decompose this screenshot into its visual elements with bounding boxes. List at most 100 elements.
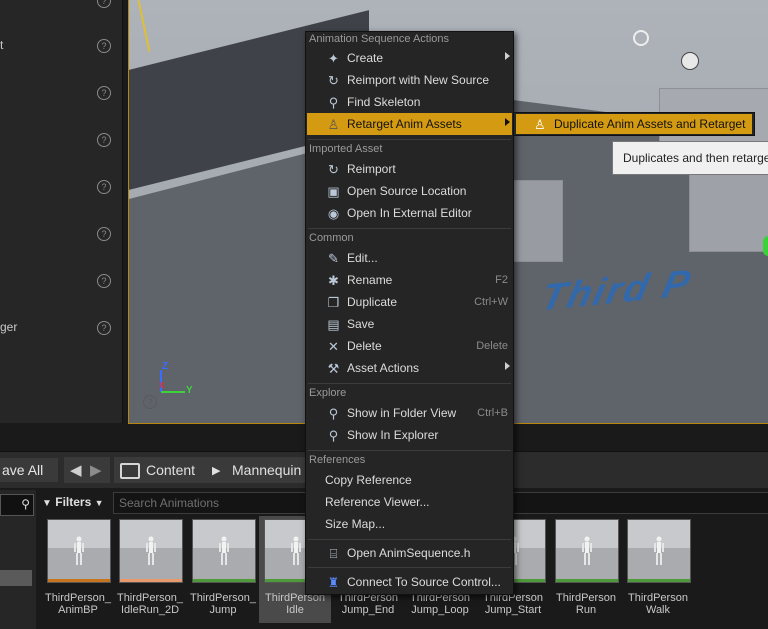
menu-item-show-in-explorer[interactable]: ⚲ Show In Explorer [307,424,512,446]
asset-label-line: ThirdPerson [556,592,616,604]
forward-arrow-icon[interactable]: ▶ [90,461,102,479]
shortcut-label: Ctrl+W [474,296,508,308]
selected-folder-row[interactable] [0,570,32,586]
section-header: Animation Sequence Actions [309,33,450,45]
mannequin-figure-icon [217,536,231,566]
asset-label: ThirdPerson Run [550,592,622,616]
menu-item-duplicate-and-retarget[interactable]: ♙ Duplicate Anim Assets and Retarget [516,114,752,134]
save-all-button[interactable]: ave All [0,458,58,482]
menu-item-rename[interactable]: ✱ Rename F2 [307,269,512,291]
back-arrow-icon[interactable]: ◀ [70,461,82,479]
mannequin-figure-icon [652,536,666,566]
menu-item-open-external-editor[interactable]: ◉ Open In External Editor [307,202,512,224]
z-axis-label: Z [162,361,169,372]
menu-item-asset-actions[interactable]: ⚒ Asset Actions [307,357,512,379]
asset-label-line: Jump_Start [484,604,542,616]
asset-type-color-bar [120,579,182,582]
menu-item-duplicate[interactable]: ❐ Duplicate Ctrl+W [307,291,512,313]
menu-item-create[interactable]: ✦ Create [307,47,512,69]
help-icon[interactable]: ? [97,86,111,100]
asset-label: ThirdPerson Idle [259,592,331,616]
help-icon[interactable]: ? [97,133,111,147]
section-header: Imported Asset [309,143,383,155]
mannequin-figure-icon [72,536,86,566]
filters-button[interactable]: ▼ Filters ▼ [42,493,110,512]
submenu-arrow-icon [505,118,510,126]
external-editor-icon: ◉ [327,206,340,221]
asset-label: ThirdPerson_ Jump [187,592,259,616]
section-header: Common [309,232,354,244]
asset-thumbnail[interactable] [555,519,619,583]
menu-item-delete[interactable]: ✕ Delete Delete [307,335,512,357]
menu-item-reimport[interactable]: ↻ Reimport [307,158,512,180]
asset-thumbnail[interactable] [192,519,256,583]
help-icon[interactable]: ? [143,395,157,409]
menu-item-copy-reference[interactable]: Copy Reference [307,469,512,491]
menu-item-reimport-new-source[interactable]: ↻ Reimport with New Source [307,69,512,91]
details-row-label-fragment: ger [0,320,18,334]
help-icon[interactable]: ? [97,39,111,53]
y-axis-label: Y [186,385,193,396]
asset-label: ThirdPerson Walk [622,592,694,616]
menu-item-size-map[interactable]: Size Map... [307,513,512,535]
help-icon[interactable]: ? [97,227,111,241]
asset-label: ThirdPerson_ IdleRun_2D [114,592,186,616]
asset-label-line: ThirdPerson [628,592,688,604]
create-icon: ✦ [328,51,339,66]
asset-label-line: Jump_End [341,604,395,616]
menu-item-retarget-anim-assets[interactable]: ♙ Retarget Anim Assets [307,113,512,135]
mannequin-figure-icon [144,536,158,566]
help-icon[interactable]: ? [97,0,111,8]
history-nav: ◀ ▶ [64,457,110,483]
menu-item-save[interactable]: ▤ Save [307,313,512,335]
retarget-icon: ♙ [327,117,340,132]
menu-separator [308,567,511,568]
menu-item-show-in-folder-view[interactable]: ⚲ Show in Folder View Ctrl+B [307,402,512,424]
pencil-icon: ✎ [328,251,339,266]
magnifier-icon: ⚲ [328,95,339,110]
asset-thumbnail[interactable] [119,519,183,583]
menu-item-reference-viewer[interactable]: Reference Viewer... [307,491,512,513]
asset-label: ThirdPerson Jump_End [332,592,404,616]
sphere-reflection-icon [681,52,699,70]
asset-thumbnail[interactable] [627,519,691,583]
search-icon[interactable]: ⚲ [21,497,30,511]
help-icon[interactable]: ? [97,321,111,335]
shortcut-label: Delete [476,340,508,352]
help-icon[interactable]: ? [97,180,111,194]
breadcrumb-mannequin[interactable]: Mannequin [232,462,301,478]
menu-item-open-source-location[interactable]: ▣ Open Source Location [307,180,512,202]
reimport-icon: ↻ [328,73,339,88]
asset-type-color-bar [628,579,690,582]
asset-type-color-bar [556,579,618,582]
rename-icon: ✱ [328,273,339,288]
path-search-input[interactable]: ⚲ [0,494,34,516]
asset-type-color-bar [48,579,110,582]
mannequin-figure-icon [580,536,594,566]
submenu-arrow-icon [505,52,510,60]
sources-panel: ⚲ [0,490,36,629]
player-start-icon [763,236,768,256]
breadcrumb-content[interactable]: Content [146,462,195,478]
details-panel: t ger ? ? ? ? ? ? ? ? [0,0,123,423]
asset-label-line: ThirdPerson_ [44,592,112,604]
magnifier-icon: ⚲ [328,428,339,443]
section-header: References [309,454,366,466]
duplicate-icon: ❐ [327,295,340,310]
menu-item-find-skeleton[interactable]: ⚲ Find Skeleton [307,91,512,113]
menu-separator [308,539,511,540]
shortcut-label: F2 [495,274,508,286]
menu-separator [308,383,511,384]
menu-item-edit[interactable]: ✎ Edit... [307,247,512,269]
asset-label-line: Idle [286,604,304,616]
wrench-icon: ⚒ [327,361,340,376]
menu-item-connect-source-control[interactable]: ♜ Connect To Source Control... [307,571,512,593]
asset-thumbnail[interactable] [47,519,111,583]
save-icon: ▤ [327,317,340,332]
breadcrumb-separator-icon: ▶ [212,465,221,477]
menu-item-open-anim-sequence-h[interactable]: ⌸ Open AnimSequence.h [307,542,512,564]
asset-label-line: AnimBP [58,604,98,616]
asset-type-color-bar [193,579,255,582]
help-icon[interactable]: ? [97,274,111,288]
folder-icon [120,463,140,479]
